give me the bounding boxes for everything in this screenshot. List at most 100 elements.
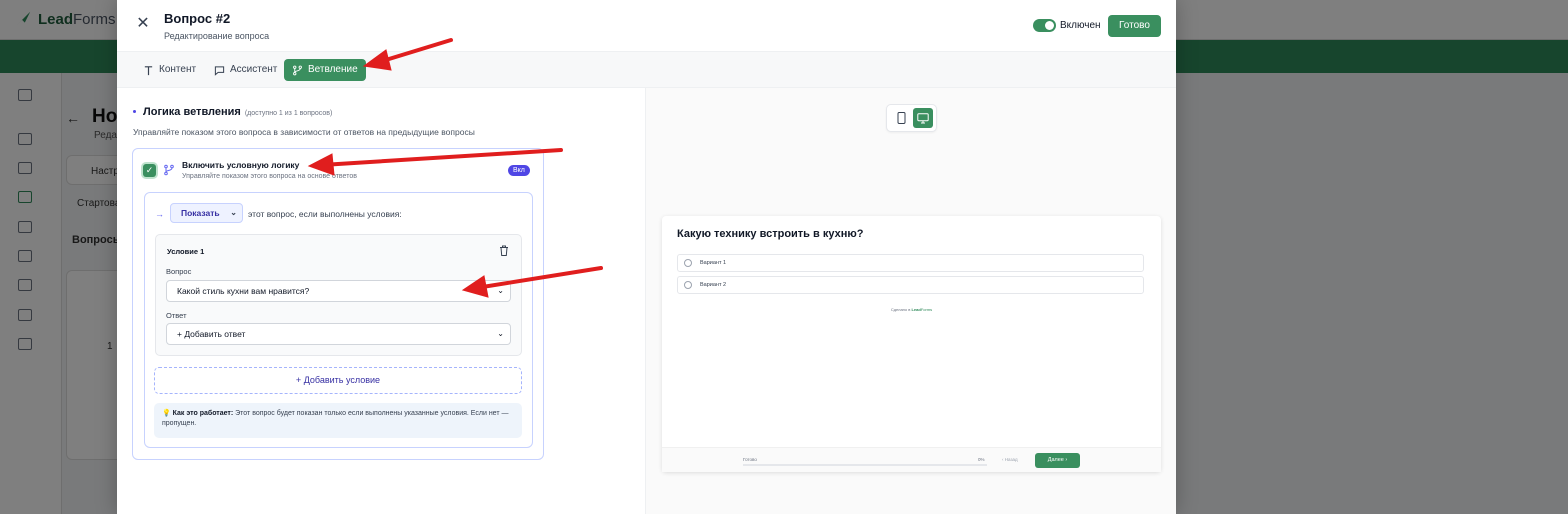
leaf-logo-icon: [15, 11, 31, 27]
condition-block: Условие 1 Вопрос Какой стиль кухни вам н…: [155, 234, 522, 356]
branch-icon: [164, 164, 174, 176]
section-title-text: Логика ветвления: [143, 106, 241, 118]
progress-label: Готово: [743, 457, 757, 462]
plus-icon: +: [295, 375, 302, 385]
preview-option-1[interactable]: Вариант 1: [677, 254, 1144, 272]
sidebar-trend-icon[interactable]: [18, 250, 32, 262]
made-with: Сделано в LeadForms: [662, 307, 1161, 312]
app-logo: Lead Forms: [14, 10, 116, 28]
page-title: Но: [92, 106, 118, 127]
answer-select-value: + Добавить ответ: [177, 329, 246, 339]
tab-assistant-label: Ассистент: [230, 64, 278, 75]
start-label: Стартова: [77, 198, 121, 209]
condition-title: Условие 1: [167, 247, 205, 256]
logo-lead-text: Lead: [38, 10, 74, 28]
tab-content[interactable]: Контент: [135, 59, 204, 81]
chevron-down-icon: ⌄: [497, 329, 504, 338]
made-with-text: Сделано в: [890, 307, 911, 312]
action-select[interactable]: Показать ⌄: [170, 203, 243, 223]
tab-assistant[interactable]: Ассистент: [206, 59, 285, 81]
answer-field-label: Ответ: [166, 311, 187, 320]
settings-tab-label: Настр: [91, 166, 119, 177]
enable-logic-title: Включить условную логику: [182, 160, 300, 170]
tab-branching[interactable]: Ветвление: [284, 59, 366, 81]
radio-icon: [684, 259, 692, 267]
back-arrow-icon[interactable]: ←: [66, 110, 80, 126]
action-select-value: Показать: [181, 208, 220, 218]
sidebar-panel-icon[interactable]: [18, 89, 32, 101]
preview-footer: Готово 0% ‹ Назад Далее ›: [662, 447, 1161, 472]
conditional-logic-card: ✓ Включить условную логику Управляйте по…: [132, 148, 544, 460]
status-badge: Вкл: [508, 165, 530, 176]
mobile-view-button[interactable]: [891, 108, 911, 128]
text-icon: [144, 65, 153, 75]
preview-option-2[interactable]: Вариант 2: [677, 276, 1144, 294]
tab-content-label: Контент: [159, 64, 197, 75]
progress-bar: [743, 464, 987, 466]
section-note: (доступно 1 из 1 вопросов): [244, 110, 333, 117]
preview-option-1-label: Вариант 1: [700, 260, 727, 266]
preview-question: Какую технику встроить в кухню?: [677, 228, 864, 240]
add-condition-button[interactable]: + Добавить условие: [154, 367, 522, 394]
toggle-knob: [1045, 21, 1054, 30]
modal-title: Вопрос #2: [164, 11, 231, 26]
question-select[interactable]: Какой стиль кухни вам нравится? ⌄: [166, 280, 511, 302]
sidebar-book-icon[interactable]: [18, 279, 32, 291]
app-sidebar: [0, 73, 62, 514]
desktop-view-button[interactable]: [913, 108, 933, 128]
form-preview: Какую технику встроить в кухню? Вариант …: [662, 216, 1161, 472]
branching-editor: Логика ветвления (доступно 1 из 1 вопрос…: [117, 88, 645, 514]
back-button[interactable]: ‹ Назад: [1002, 457, 1018, 462]
arrow-right-icon: →: [155, 209, 164, 219]
preview-option-2-label: Вариант 2: [700, 282, 727, 288]
info-box: 💡 Как это работает: Этот вопрос будет по…: [154, 403, 522, 438]
conditions-panel: → Показать ⌄ этот вопрос, если выполнены…: [144, 192, 533, 448]
action-suffix: этот вопрос, если выполнены условия:: [248, 209, 402, 219]
back-label: Назад: [1004, 457, 1018, 462]
question-select-value: Какой стиль кухни вам нравится?: [177, 286, 310, 296]
branch-icon: [293, 65, 302, 75]
sidebar-megaphone-icon[interactable]: [18, 338, 32, 350]
next-label: Далее: [1047, 457, 1064, 463]
answer-select[interactable]: + Добавить ответ ⌄: [166, 323, 511, 345]
sidebar-grid-icon[interactable]: [18, 133, 32, 145]
info-strong: Как это работает:: [172, 410, 234, 417]
tab-branching-label: Ветвление: [308, 64, 358, 75]
row-number: 1: [107, 341, 113, 352]
question-field-label: Вопрос: [166, 267, 192, 276]
phone-icon: [897, 112, 905, 124]
sidebar-chart-icon[interactable]: [18, 221, 32, 233]
enable-logic-description: Управляйте показом этого вопроса на осно…: [182, 173, 357, 180]
modal-header: ✕ Вопрос #2 Редактирование вопроса Включ…: [117, 0, 1176, 52]
add-condition-label: Добавить условие: [303, 375, 381, 385]
modal-subtitle: Редактирование вопроса: [164, 31, 270, 41]
sidebar-wallet-icon[interactable]: [18, 309, 32, 321]
device-toggle: [886, 104, 937, 132]
section-title: Логика ветвления (доступно 1 из 1 вопрос…: [133, 106, 332, 118]
questions-label: Вопросы: [72, 234, 123, 246]
monitor-icon: [917, 112, 929, 123]
chevron-down-icon: ⌄: [230, 208, 237, 217]
chat-icon: [214, 65, 225, 76]
chevron-down-icon: ⌄: [497, 286, 504, 295]
preview-pane: Какую технику встроить в кухню? Вариант …: [645, 88, 1176, 514]
trash-icon[interactable]: [499, 245, 509, 256]
enable-logic-checkbox[interactable]: ✓: [143, 164, 156, 177]
question-editor-modal: ✕ Вопрос #2 Редактирование вопроса Включ…: [117, 0, 1176, 514]
section-dot: [133, 110, 136, 113]
brand-lead: Lead: [911, 307, 921, 312]
modal-tabs: Контент Ассистент Ветвление: [117, 52, 1176, 88]
enabled-toggle[interactable]: [1033, 19, 1056, 32]
sidebar-folder-icon[interactable]: [18, 162, 32, 174]
section-description: Управляйте показом этого вопроса в завис…: [133, 127, 475, 137]
done-button[interactable]: Готово: [1108, 15, 1161, 37]
bulb-icon: 💡: [162, 410, 171, 417]
radio-icon: [684, 281, 692, 289]
progress-percent: 0%: [978, 457, 985, 462]
enabled-label: Включен: [1060, 20, 1101, 31]
sidebar-document-icon[interactable]: [18, 191, 32, 203]
close-icon[interactable]: ✕: [135, 16, 151, 32]
brand-forms: Forms: [920, 307, 933, 312]
next-button[interactable]: Далее ›: [1035, 453, 1080, 468]
logo-forms-text: Forms: [73, 10, 116, 28]
